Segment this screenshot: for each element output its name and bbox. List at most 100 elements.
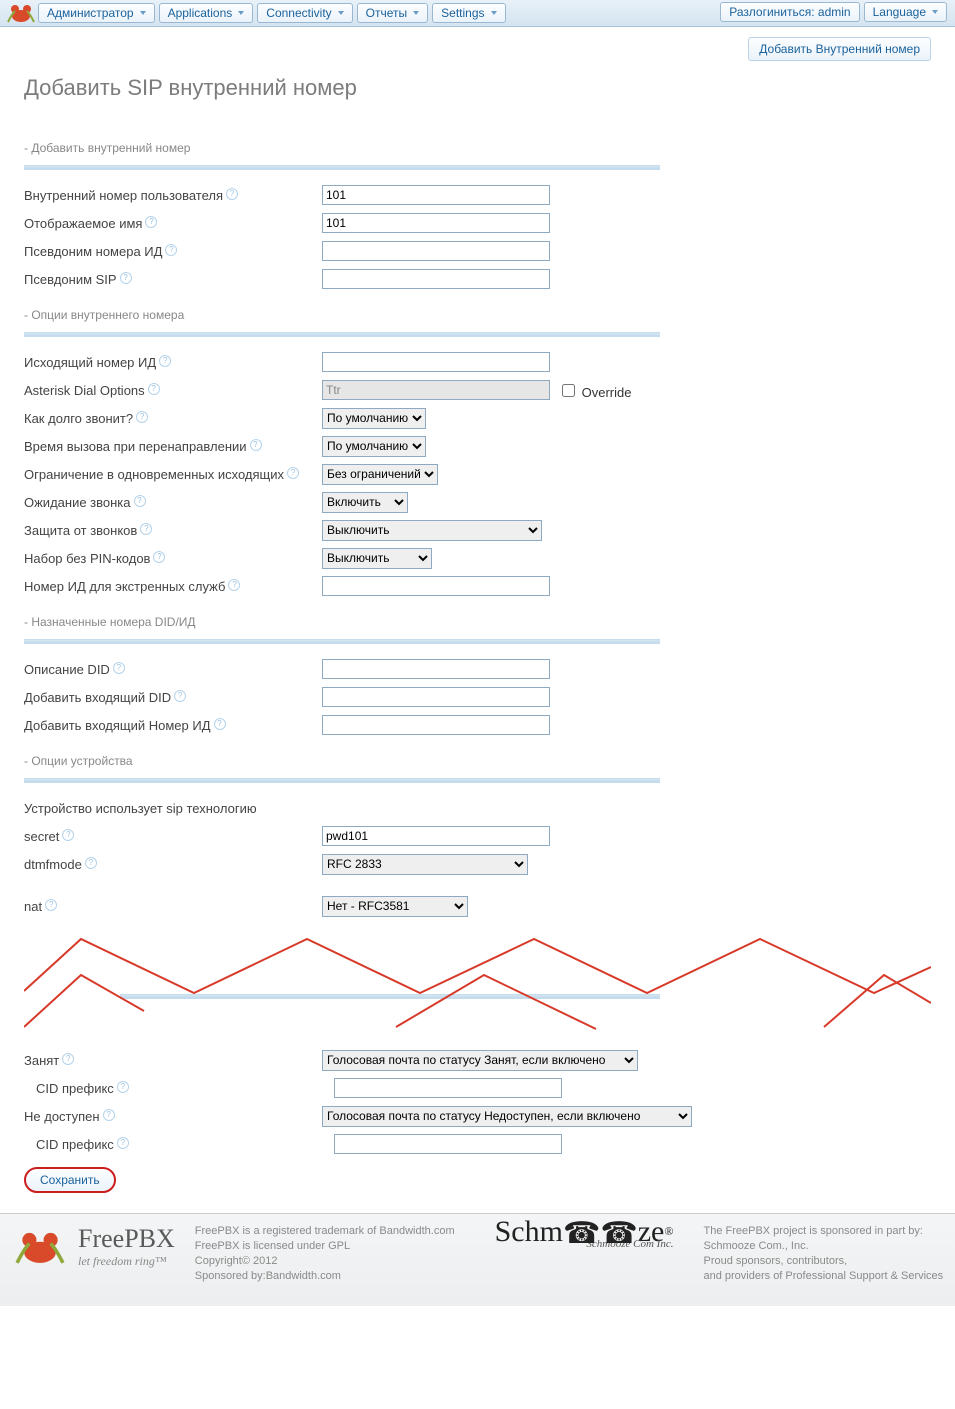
dial-options-input[interactable] <box>322 380 550 400</box>
footer-freepbx-text: FreePBX <box>78 1224 175 1254</box>
section-divider <box>24 332 660 337</box>
pinless-label: Набор без PIN-кодов? <box>24 551 322 566</box>
emergency-cid-label: Номер ИД для экстренных служб? <box>24 579 322 594</box>
callscreen-select[interactable]: Выключить <box>322 520 542 541</box>
help-icon[interactable]: ? <box>45 899 57 911</box>
help-icon[interactable]: ? <box>62 1053 74 1065</box>
section-did-heading: - Назначенные номера DID/ИД <box>24 615 931 629</box>
caret-down-icon <box>140 11 146 15</box>
help-icon[interactable]: ? <box>165 244 177 256</box>
sip-alias-input[interactable] <box>322 269 550 289</box>
help-icon[interactable]: ? <box>159 355 171 367</box>
nav-language[interactable]: Language <box>864 2 947 22</box>
caret-down-icon <box>491 11 497 15</box>
help-icon[interactable]: ? <box>228 579 240 591</box>
unavail-cid-prefix-label: CID префикс? <box>24 1137 334 1152</box>
help-icon[interactable]: ? <box>136 411 148 423</box>
secret-input[interactable] <box>322 826 550 846</box>
help-icon[interactable]: ? <box>117 1081 129 1093</box>
top-navbar: Администратор Applications Connectivity … <box>0 0 955 27</box>
add-extension-button[interactable]: Добавить Внутренний номер <box>748 37 931 61</box>
freepbx-frog-icon <box>10 1226 70 1268</box>
help-icon[interactable]: ? <box>145 216 157 228</box>
nat-select[interactable]: Нет - RFC3581 <box>322 896 468 917</box>
section-opts-heading: - Опции внутреннего номера <box>24 308 931 322</box>
outbound-cid-label: Исходящий номер ИД? <box>24 355 322 370</box>
help-icon[interactable]: ? <box>113 662 125 674</box>
page-footer: FreePBX let freedom ring™ FreePBX is a r… <box>0 1213 955 1306</box>
help-icon[interactable]: ? <box>85 857 97 869</box>
user-extension-input[interactable] <box>322 185 550 205</box>
help-icon[interactable]: ? <box>250 439 262 451</box>
unavail-dest-select[interactable]: Голосовая почта по статусу Недоступен, е… <box>322 1106 692 1127</box>
secret-label: secret? <box>24 829 322 844</box>
caret-down-icon <box>238 11 244 15</box>
footer-freepbx-logo: FreePBX let freedom ring™ <box>10 1224 175 1284</box>
outbound-cid-input[interactable] <box>322 352 550 372</box>
footer-sponsor-col: The FreePBX project is sponsored in part… <box>703 1224 943 1284</box>
nav-logout[interactable]: Разлогиниться: admin <box>720 2 859 22</box>
cf-ringtime-select[interactable]: По умолчанию <box>322 436 426 457</box>
help-icon[interactable]: ? <box>140 523 152 535</box>
help-icon[interactable]: ? <box>214 718 226 730</box>
help-icon[interactable]: ? <box>226 188 238 200</box>
emergency-cid-input[interactable] <box>322 576 550 596</box>
outbound-limit-label: Ограничение в одновременных исходящих? <box>24 467 322 482</box>
nav-reports[interactable]: Отчеты <box>357 3 428 23</box>
ringtime-label: Как долго звонит?? <box>24 411 322 426</box>
unavail-cid-prefix-input[interactable] <box>334 1134 562 1154</box>
help-icon[interactable]: ? <box>148 383 160 395</box>
nav-applications[interactable]: Applications <box>159 3 254 23</box>
display-name-input[interactable] <box>322 213 550 233</box>
cid-alias-input[interactable] <box>322 241 550 261</box>
callwaiting-label: Ожидание звонка? <box>24 495 322 510</box>
did-description-input[interactable] <box>322 659 550 679</box>
caret-down-icon <box>932 10 938 14</box>
save-button[interactable]: Сохранить <box>24 1167 116 1193</box>
busy-dest-label: Занят? <box>24 1053 322 1068</box>
display-name-label: Отображаемое имя? <box>24 216 322 231</box>
help-icon[interactable]: ? <box>62 829 74 841</box>
section-device-heading: - Опции устройства <box>24 754 931 768</box>
content-cut-zigzag-icon <box>24 931 931 1031</box>
nav-admin[interactable]: Администратор <box>38 3 155 23</box>
nat-label: nat? <box>24 899 322 914</box>
override-checkbox[interactable] <box>562 384 575 397</box>
section-add-heading: - Добавить внутренний номер <box>24 141 931 155</box>
add-cid-input[interactable] <box>322 715 550 735</box>
override-label: Override <box>582 385 632 400</box>
callscreen-label: Защита от звонков? <box>24 523 322 538</box>
help-icon[interactable]: ? <box>120 272 132 284</box>
help-icon[interactable]: ? <box>287 467 299 479</box>
help-icon[interactable]: ? <box>174 690 186 702</box>
help-icon[interactable]: ? <box>103 1109 115 1121</box>
did-description-label: Описание DID? <box>24 662 322 677</box>
add-did-input[interactable] <box>322 687 550 707</box>
unavail-dest-label: Не доступен? <box>24 1109 322 1124</box>
dial-options-label: Asterisk Dial Options? <box>24 383 322 398</box>
callwaiting-select[interactable]: Включить <box>322 492 408 513</box>
section-divider <box>24 639 660 644</box>
busy-dest-select[interactable]: Голосовая почта по статусу Занят, если в… <box>322 1050 638 1071</box>
footer-tagline: let freedom ring™ <box>78 1254 175 1269</box>
add-did-label: Добавить входящий DID? <box>24 690 322 705</box>
outbound-limit-select[interactable]: Без ограничений <box>322 464 438 485</box>
help-icon[interactable]: ? <box>134 495 146 507</box>
ringtime-select[interactable]: По умолчанию <box>322 408 426 429</box>
help-icon[interactable]: ? <box>117 1137 129 1149</box>
override-checkbox-wrap[interactable]: Override <box>558 381 631 400</box>
main-content: Добавить Внутренний номер Добавить SIP в… <box>0 27 955 1213</box>
freepbx-frog-icon <box>4 2 38 24</box>
caret-down-icon <box>413 11 419 15</box>
cf-ringtime-label: Время вызова при перенаправлении? <box>24 439 322 454</box>
nav-connectivity[interactable]: Connectivity <box>257 3 352 23</box>
page-title: Добавить SIP внутренний номер <box>24 75 931 101</box>
busy-cid-prefix-label: CID префикс? <box>24 1081 334 1096</box>
help-icon[interactable]: ? <box>153 551 165 563</box>
add-cid-label: Добавить входящий Номер ИД? <box>24 718 322 733</box>
dtmfmode-select[interactable]: RFC 2833 <box>322 854 528 875</box>
busy-cid-prefix-input[interactable] <box>334 1078 562 1098</box>
footer-license-col: FreePBX is a registered trademark of Ban… <box>195 1224 455 1284</box>
nav-settings[interactable]: Settings <box>432 3 505 23</box>
pinless-select[interactable]: Выключить <box>322 548 432 569</box>
